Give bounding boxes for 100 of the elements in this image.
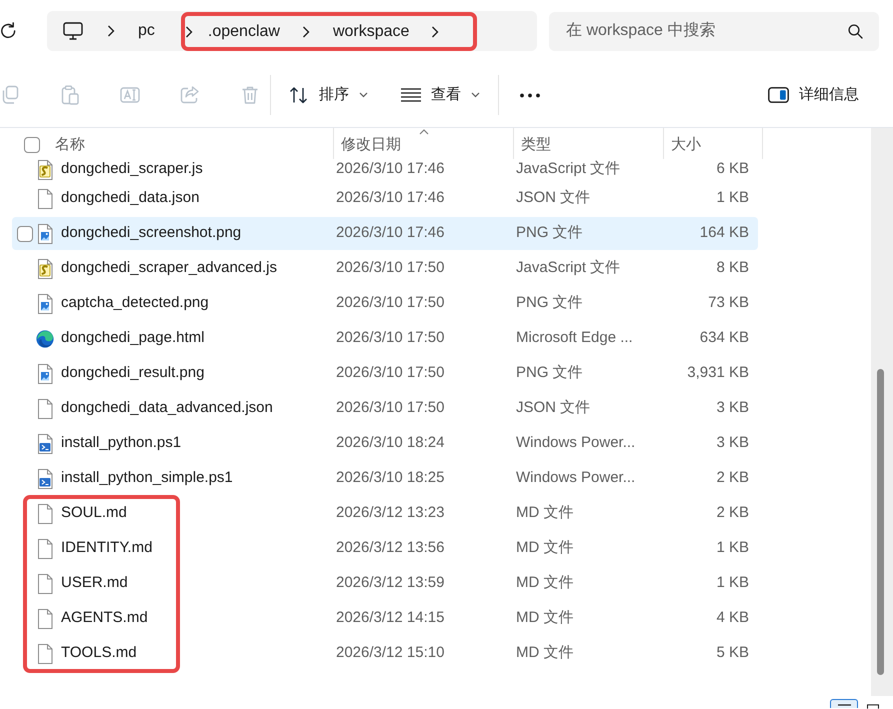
- file-row[interactable]: dongchedi_scraper_advanced.js 2026/3/10 17:50 JavaScript 文件 8 KB: [12, 252, 758, 285]
- clipboard-icon: [60, 85, 80, 105]
- image-file-icon: [37, 294, 53, 314]
- column-header[interactable]: 类型: [521, 136, 551, 154]
- scrollbar[interactable]: [871, 128, 893, 696]
- file-row[interactable]: dongchedi_page.html 2026/3/10 17:50 Microsoft Edge ... 634 KB: [12, 322, 758, 355]
- modified-date: 2026/3/10 17:46: [336, 160, 444, 178]
- file-row[interactable]: SOUL.md 2026/3/12 13:23 MD 文件 2 KB: [12, 497, 758, 530]
- modified-date: 2026/3/10 17:50: [336, 294, 444, 312]
- search-field[interactable]: 在 workspace 中搜索: [549, 12, 879, 50]
- column-header[interactable]: 大小: [671, 136, 701, 154]
- file-name: dongchedi_scraper_advanced.js: [61, 259, 277, 276]
- select-all-checkbox[interactable]: [24, 137, 40, 153]
- chevron-icon: [184, 26, 193, 38]
- file-row[interactable]: dongchedi_scraper.js 2026/3/10 17:46 JavaScript 文件 6 KB: [12, 159, 758, 180]
- file-type: MD 文件: [516, 644, 574, 662]
- dash-icon: [838, 704, 850, 706]
- file-name: USER.md: [61, 574, 128, 592]
- search-icon[interactable]: [848, 24, 863, 38]
- details-button[interactable]: 详细信息: [760, 75, 867, 115]
- file-row[interactable]: captcha_detected.png 2026/3/10 17:50 PNG 文件 73 KB: [12, 287, 758, 320]
- modified-date: 2026/3/12 13:56: [336, 539, 444, 556]
- file-row[interactable]: dongchedi_screenshot.png 2026/3/10 17:46 PNG 文件 164 KB: [12, 217, 758, 250]
- script-file-icon: [37, 258, 53, 278]
- file-type: JavaScript 文件: [516, 160, 620, 178]
- file-name: captcha_detected.png: [61, 294, 209, 312]
- file-row[interactable]: install_python_simple.ps1 2026/3/10 18:25 Windows Power... 2 KB: [12, 462, 758, 495]
- file-row[interactable]: USER.md 2026/3/12 13:59 MD 文件 1 KB: [12, 567, 758, 600]
- modified-date: 2026/3/12 13:59: [336, 574, 444, 592]
- modified-date: 2026/3/10 17:50: [336, 259, 444, 276]
- file-size: 2 KB: [716, 469, 749, 486]
- breadcrumb-item[interactable]: .openclaw: [208, 22, 280, 42]
- file-row[interactable]: TOOLS.md 2026/3/12 15:10 MD 文件 5 KB: [12, 637, 758, 670]
- document-file-icon: [37, 538, 53, 558]
- document-file-icon: [37, 608, 53, 628]
- file-size: 6 KB: [716, 160, 749, 178]
- rename-icon: [120, 85, 140, 105]
- file-row[interactable]: dongchedi_result.png 2026/3/10 17:50 PNG 文件 3,931 KB: [12, 357, 758, 390]
- row-checkbox[interactable]: [17, 226, 33, 242]
- file-size: 3 KB: [716, 434, 749, 452]
- terminal-file-icon: [37, 468, 53, 488]
- file-size: 5 KB: [716, 644, 749, 662]
- modified-date: 2026/3/10 17:50: [336, 329, 444, 346]
- file-type: Microsoft Edge ...: [516, 329, 633, 346]
- chevron-icon: [107, 25, 115, 37]
- file-name: IDENTITY.md: [61, 539, 152, 556]
- modified-date: 2026/3/10 17:50: [336, 364, 444, 382]
- column-header[interactable]: 修改日期: [341, 136, 401, 154]
- file-row[interactable]: dongchedi_data.json 2026/3/10 17:46 JSON 文件 1 KB: [12, 182, 758, 215]
- caret-icon: [471, 92, 480, 98]
- document-file-icon: [37, 504, 53, 524]
- file-row[interactable]: install_python.ps1 2026/3/10 18:24 Windows Power... 3 KB: [12, 427, 758, 460]
- trash-icon: [240, 85, 260, 105]
- swirl-logo-icon: [36, 330, 54, 348]
- modified-date: 2026/3/10 17:50: [336, 399, 444, 416]
- file-type: PNG 文件: [516, 224, 583, 242]
- file-type: JSON 文件: [516, 189, 590, 206]
- share-icon: [180, 85, 200, 105]
- scrollbar-thumb[interactable]: [877, 369, 884, 675]
- details-pane-icon: [768, 87, 789, 103]
- modified-date: 2026/3/10 18:24: [336, 434, 444, 452]
- document-file-icon: [37, 188, 53, 208]
- file-type: MD 文件: [516, 539, 574, 556]
- file-type: JavaScript 文件: [516, 259, 620, 276]
- column-header[interactable]: 名称: [55, 136, 85, 154]
- file-name: dongchedi_screenshot.png: [61, 224, 242, 242]
- file-name: dongchedi_scraper.js: [61, 160, 203, 178]
- file-row[interactable]: dongchedi_data_advanced.json 2026/3/10 17:50 JSON 文件 3 KB: [12, 392, 758, 425]
- file-type: JSON 文件: [516, 399, 590, 416]
- file-name: install_python_simple.ps1: [61, 469, 233, 486]
- file-name: dongchedi_result.png: [61, 364, 204, 382]
- sort-button[interactable]: 排序: [283, 75, 374, 115]
- file-name: dongchedi_data.json: [61, 189, 200, 206]
- more-icon: [519, 92, 541, 98]
- modified-date: 2026/3/10 17:46: [336, 189, 444, 206]
- file-row[interactable]: AGENTS.md 2026/3/12 14:15 MD 文件 4 KB: [12, 602, 758, 635]
- document-file-icon: [37, 644, 53, 664]
- modified-date: 2026/3/10 17:46: [336, 224, 444, 242]
- file-type: MD 文件: [516, 609, 574, 626]
- breadcrumb-item[interactable]: pc: [138, 21, 155, 41]
- details-view-button[interactable]: [830, 699, 858, 708]
- refresh-icon[interactable]: [0, 22, 17, 40]
- chevron-icon: [431, 26, 440, 38]
- file-name: dongchedi_data_advanced.json: [61, 399, 273, 416]
- script-file-icon: [37, 160, 53, 180]
- view-button[interactable]: 查看: [395, 75, 486, 115]
- modified-date: 2026/3/12 14:15: [336, 609, 444, 626]
- address-bar[interactable]: pc .openclaw workspace: [47, 11, 537, 51]
- file-name: AGENTS.md: [61, 609, 148, 626]
- file-type: MD 文件: [516, 504, 574, 522]
- file-size: 1 KB: [716, 539, 749, 556]
- modified-date: 2026/3/10 18:25: [336, 469, 444, 486]
- file-row[interactable]: IDENTITY.md 2026/3/12 13:56 MD 文件 1 KB: [12, 532, 758, 565]
- file-type: Windows Power...: [516, 434, 636, 452]
- breadcrumb-item[interactable]: workspace: [332, 22, 410, 42]
- file-size: 73 KB: [708, 294, 749, 312]
- chevron-icon: [302, 26, 310, 38]
- image-file-icon: [37, 224, 53, 244]
- computer-icon: [63, 22, 83, 40]
- file-size: 3 KB: [716, 399, 749, 416]
